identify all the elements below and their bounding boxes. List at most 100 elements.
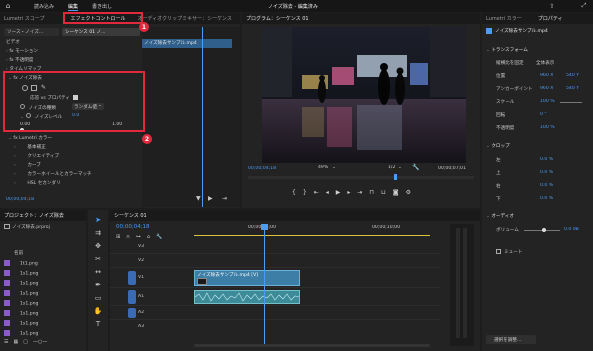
camera-icon[interactable]: ◙ — [393, 189, 399, 199]
tab-program[interactable]: プログラム：シーケンス 01 — [242, 15, 313, 22]
sequence-selector[interactable]: シーケンス 01 ノ... — [62, 28, 140, 36]
text-tool-icon[interactable]: T — [96, 320, 100, 328]
ripple-edit-icon[interactable]: ✥ — [95, 242, 101, 250]
project-title[interactable]: プロジェクト：ノイズ除去 — [0, 212, 68, 219]
fullscreen-icon[interactable]: ⤢ — [580, 2, 588, 10]
lumetri-item-curves[interactable]: › カーブ — [14, 162, 41, 168]
prop-position-y[interactable]: 540 Y — [566, 73, 579, 78]
home-icon[interactable]: ⌂ — [4, 2, 12, 10]
zoom-slider-icon[interactable]: —○— — [33, 339, 47, 347]
icon-view-icon[interactable]: ▦ — [13, 339, 18, 347]
program-playhead[interactable] — [394, 174, 397, 180]
project-item[interactable]: 1s1.png — [4, 310, 38, 317]
mark-out-icon[interactable]: } — [303, 189, 307, 199]
adjust-selection-button[interactable]: 選択を調整... — [486, 335, 536, 344]
transform-header[interactable]: ⌄ トランスフォーム — [486, 47, 528, 53]
play-icon[interactable]: ▶ — [336, 189, 341, 199]
lift-icon[interactable]: ⊓ — [369, 189, 374, 199]
fx-lumetri-title[interactable]: ⌄ fx Lumetri カラー — [8, 135, 52, 141]
pen-tool-icon[interactable]: ✒ — [95, 281, 101, 289]
mini-clip[interactable]: ノイズ除去サンプル.mp4 — [142, 39, 232, 48]
fill-frame-label[interactable]: 全体表示 — [536, 60, 554, 66]
play-only-audio-icon[interactable]: ▶ — [208, 195, 213, 202]
project-item[interactable]: 1s1.png — [4, 290, 38, 297]
timeline-playhead-handle[interactable] — [261, 224, 268, 230]
project-column-name[interactable]: 名前 — [14, 250, 23, 256]
mark-in-icon[interactable]: { — [292, 189, 296, 199]
tab-import[interactable]: 読み込み — [34, 3, 54, 10]
volume-slider-handle[interactable] — [542, 228, 546, 232]
settings-icon[interactable]: ⚙ — [406, 189, 411, 199]
lumetri-item-wheels[interactable]: › カラーホイールとカラーマッチ — [14, 171, 92, 177]
program-video-frame[interactable] — [262, 27, 466, 163]
tab-lumetri-scopes[interactable]: Lumetri スコープ — [0, 15, 49, 22]
go-to-in-icon[interactable]: ⇤ — [314, 189, 319, 199]
lumetri-item-basic[interactable]: › 基本補正 — [14, 144, 46, 150]
slip-tool-icon[interactable]: ↔ — [95, 268, 101, 276]
selection-tool-icon[interactable]: ➤ — [95, 216, 101, 224]
scale-slider[interactable] — [560, 102, 582, 103]
razor-tool-icon[interactable]: ✂ — [95, 255, 101, 263]
filter-icon[interactable]: ▼ — [196, 195, 201, 202]
zoom-dropdown[interactable]: 49% ⌄ — [318, 165, 338, 172]
video-clip[interactable]: ノイズ除去サンプル.mp4 [V] — [194, 270, 300, 286]
share-icon[interactable]: ⇧ — [548, 2, 556, 10]
fx-opacity[interactable]: › fx 不透明度 — [6, 57, 33, 63]
crop-top-value[interactable]: 0.0 % — [540, 170, 553, 175]
tab-edit[interactable]: 編集 — [68, 3, 79, 11]
track-v1-target[interactable] — [128, 271, 136, 285]
wrench-icon[interactable]: 🔧 — [412, 164, 419, 171]
project-item[interactable]: 1t1.png — [4, 260, 38, 267]
step-back-icon[interactable]: ◂ — [326, 189, 329, 199]
prop-anchor-x[interactable]: 960 X — [540, 86, 553, 91]
quality-dropdown[interactable]: 1/2 ⌄ — [388, 165, 406, 172]
timeline-title[interactable]: シーケンス 01 — [110, 212, 151, 219]
program-scrubber[interactable] — [248, 176, 474, 179]
list-view-icon[interactable]: ☰ — [4, 339, 8, 347]
project-item[interactable]: 1s1.png — [4, 330, 38, 337]
project-item[interactable]: 1s1.png — [4, 320, 38, 327]
go-to-out-icon[interactable]: ⇥ — [357, 189, 362, 199]
crop-right-value[interactable]: 0.0 % — [540, 183, 553, 188]
prop-scale-value[interactable]: 100 % — [540, 99, 555, 104]
tab-properties[interactable]: プロパティ — [534, 15, 567, 22]
project-item[interactable]: 1s1.png — [4, 270, 38, 277]
project-item[interactable]: 1s1.png — [4, 280, 38, 287]
prop-opacity-value[interactable]: 100 % — [540, 125, 555, 130]
tab-export[interactable]: 書き出し — [92, 3, 112, 10]
track-select-icon[interactable]: ⇉ — [95, 229, 101, 237]
mute-checkbox[interactable] — [496, 249, 501, 254]
work-area-bar[interactable] — [194, 235, 430, 236]
lumetri-item-creative[interactable]: › クリエイティブ — [14, 153, 59, 159]
crop-bottom-value[interactable]: 0.0 % — [540, 196, 553, 201]
source-selector[interactable]: ソース・ノイズ... — [4, 28, 59, 36]
rectangle-tool-icon[interactable]: ▭ — [95, 294, 102, 302]
audio-clip[interactable] — [194, 290, 300, 304]
track-a2-target[interactable] — [128, 308, 136, 318]
timeline-timecode[interactable]: 00;00;04;18 — [116, 224, 150, 230]
prop-rotation-value[interactable]: 0 ° — [540, 112, 547, 117]
lock-aspect-label[interactable]: 縦横比を固定 — [496, 60, 524, 66]
audio-header[interactable]: ⌄ オーディオ — [486, 213, 514, 219]
freeform-view-icon[interactable]: ▢ — [23, 339, 28, 347]
timeline-scrollbar[interactable] — [194, 344, 430, 347]
program-timecode[interactable]: 00;00;04;18 — [248, 166, 276, 171]
extract-icon[interactable]: ⊔ — [381, 189, 386, 199]
step-forward-icon[interactable]: ▸ — [347, 189, 350, 199]
volume-value[interactable]: 0.0 dB — [564, 227, 579, 232]
track-a1-target[interactable] — [128, 290, 136, 304]
prop-anchor-y[interactable]: 540 Y — [566, 86, 579, 91]
fx-motion[interactable]: › fx モーション — [6, 48, 38, 54]
project-item[interactable]: 1s1.png — [4, 300, 38, 307]
prop-position-x[interactable]: 960 X — [540, 73, 553, 78]
crop-header[interactable]: ⌄ クロップ — [486, 143, 510, 149]
tab-audio-mixer[interactable]: オーディオクリップミキサー：シーケンス — [134, 15, 236, 22]
timeline-playhead[interactable] — [264, 224, 265, 344]
export-frame-icon[interactable]: ⇥ — [222, 195, 227, 202]
lumetri-item-hsl[interactable]: › HSL セカンダリ — [14, 180, 61, 186]
tab-lumetri-color[interactable]: Lumetri カラー — [482, 15, 526, 22]
effect-timecode[interactable]: 00;00;04;18 — [6, 197, 34, 202]
hand-tool-icon[interactable]: ✋ — [94, 307, 103, 315]
mini-playhead[interactable] — [202, 27, 203, 207]
crop-left-value[interactable]: 0.0 % — [540, 157, 553, 162]
